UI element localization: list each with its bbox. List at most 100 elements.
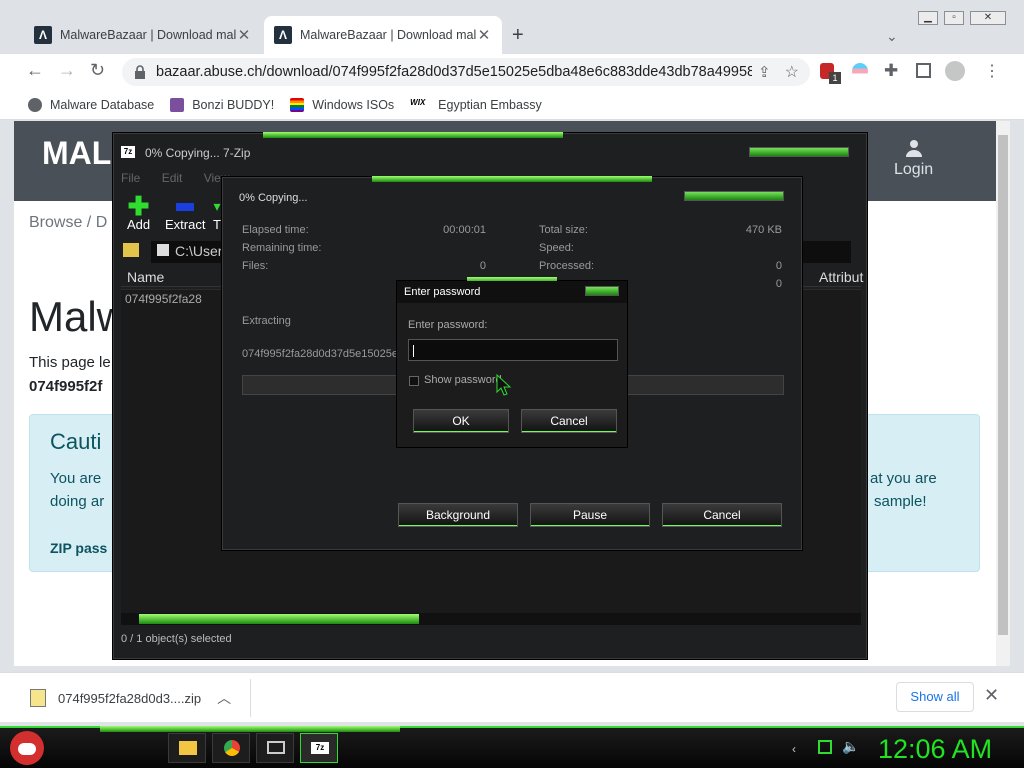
- extract-button[interactable]: Extract: [165, 195, 205, 232]
- bookmark-label: Malware Database: [50, 97, 155, 112]
- menu-edit[interactable]: Edit: [162, 171, 183, 185]
- taskbar-file-explorer[interactable]: [168, 733, 206, 763]
- network-icon[interactable]: [818, 740, 832, 754]
- extensions-puzzle-icon[interactable]: ✚: [884, 61, 898, 81]
- user-icon: [905, 140, 922, 157]
- tab-malwarebazaar-2[interactable]: Λ MalwareBazaar | Download malw ✕: [264, 16, 502, 54]
- window-controls[interactable]: [585, 286, 619, 296]
- window-controls[interactable]: [684, 191, 784, 201]
- tab-strip: Λ MalwareBazaar | Download malw ✕ Λ Malw…: [0, 0, 1024, 54]
- 7zip-icon: 7z: [311, 742, 329, 754]
- add-button[interactable]: ✚ Add: [127, 193, 150, 232]
- check-icon: ▾: [213, 198, 221, 214]
- folder-icon: [179, 741, 197, 755]
- close-icon[interactable]: ✕: [236, 26, 252, 44]
- password-prompt: Enter password:: [408, 319, 488, 331]
- globe-icon: [28, 97, 42, 112]
- bookmark-star-icon[interactable]: ☆: [785, 62, 799, 82]
- tab-title: MalwareBazaar | Download malw: [60, 28, 236, 42]
- show-password-label[interactable]: Show password: [424, 374, 502, 386]
- divider: [250, 679, 251, 717]
- wix-icon: WIX: [410, 97, 431, 112]
- column-attributes[interactable]: Attribut: [819, 269, 863, 285]
- zip-file-icon: [30, 689, 46, 707]
- folder-up-icon[interactable]: [123, 243, 139, 257]
- test-button[interactable]: ▾ T: [213, 195, 221, 232]
- scrollbar-thumb[interactable]: [139, 614, 419, 624]
- share-icon[interactable]: ⇪: [758, 63, 771, 81]
- reload-icon[interactable]: ↻: [90, 60, 105, 81]
- back-icon[interactable]: ←: [26, 60, 44, 81]
- password-dialog[interactable]: Enter password Enter password: Show pass…: [396, 277, 628, 448]
- bookmark-windows-isos[interactable]: Windows ISOs: [290, 97, 395, 112]
- caution-text-line1: You are: [50, 470, 102, 487]
- chevron-up-icon[interactable]: ︿: [217, 688, 231, 708]
- password-input[interactable]: [408, 339, 618, 361]
- page-scrollbar[interactable]: [996, 121, 1010, 666]
- address-bar[interactable]: bazaar.abuse.ch/download/074f995f2fa28d0…: [122, 58, 810, 86]
- maximize-button[interactable]: ▫: [944, 11, 964, 25]
- login-label: Login: [894, 161, 934, 178]
- status-bar: 0 / 1 object(s) selected: [121, 633, 232, 645]
- scrollbar-thumb[interactable]: [998, 135, 1008, 635]
- files-label: Files:: [242, 260, 269, 272]
- start-button-angry-bird-icon[interactable]: [10, 731, 44, 765]
- dialog-glow: [372, 176, 652, 182]
- trans-flag-icon[interactable]: [852, 63, 868, 79]
- tray-chevron-icon[interactable]: ‹: [792, 742, 796, 756]
- close-icon[interactable]: ✕: [984, 685, 999, 706]
- url-text: bazaar.abuse.ch/download/074f995f2fa28d0…: [156, 64, 752, 80]
- bookmark-malware-database[interactable]: Malware Database: [28, 97, 155, 112]
- taskbar-chrome[interactable]: [212, 733, 250, 763]
- tab-malwarebazaar-1[interactable]: Λ MalwareBazaar | Download malw ✕: [24, 16, 262, 54]
- horizontal-scrollbar[interactable]: [121, 613, 861, 625]
- total-size-value: 470 KB: [745, 224, 782, 236]
- cancel-button[interactable]: Cancel: [662, 503, 782, 527]
- bookmark-bonzi-buddy[interactable]: Bonzi BUDDY!: [170, 97, 274, 112]
- menu-file[interactable]: File: [121, 171, 140, 185]
- tab-search-icon[interactable]: ⌄: [886, 28, 898, 45]
- taskbar-clock[interactable]: 12:06 AM: [878, 734, 992, 765]
- breadcrumb[interactable]: Browse / D: [29, 214, 107, 232]
- taskbar: 7z ‹ 🔈 12:06 AM: [0, 726, 1024, 768]
- window-controls[interactable]: [749, 147, 849, 157]
- cancel-button[interactable]: Cancel: [521, 409, 617, 433]
- bookmark-label: Windows ISOs: [312, 97, 395, 112]
- profile-avatar-icon[interactable]: [945, 61, 965, 81]
- ok-button[interactable]: OK: [413, 409, 509, 433]
- bookmarks-bar: Malware Database Bonzi BUDDY! Windows IS…: [0, 90, 1024, 120]
- side-panel-icon[interactable]: [916, 63, 931, 78]
- close-window-button[interactable]: ✕: [970, 11, 1006, 25]
- malwarebazaar-logo-icon: Λ: [274, 26, 292, 44]
- minimize-button[interactable]: ▁: [918, 11, 938, 25]
- new-tab-button[interactable]: +: [512, 24, 524, 47]
- extension-badge: 1: [829, 72, 841, 84]
- caution-title: Cauti: [50, 429, 102, 454]
- lock-icon: [135, 65, 145, 79]
- caution-text-line1-right: at you are: [870, 470, 937, 487]
- files-value: 0: [479, 260, 486, 272]
- elapsed-value: 00:00:01: [443, 224, 486, 236]
- bird-face-icon: [18, 743, 36, 755]
- file-row[interactable]: 074f995f2fa28: [125, 292, 221, 308]
- column-name[interactable]: Name: [127, 269, 164, 285]
- pause-button[interactable]: Pause: [530, 503, 650, 527]
- download-item[interactable]: 074f995f2fa28d0d3....zip ︿: [30, 688, 231, 708]
- processed-value: 0: [775, 260, 782, 272]
- tab-title: MalwareBazaar | Download malw: [300, 28, 476, 42]
- show-password-checkbox[interactable]: [409, 376, 419, 386]
- bookmark-egyptian-embassy[interactable]: WIX Egyptian Embassy: [410, 97, 542, 112]
- volume-icon[interactable]: 🔈: [842, 738, 859, 755]
- site-brand[interactable]: MAL: [42, 135, 111, 172]
- close-icon[interactable]: ✕: [476, 26, 492, 44]
- show-all-button[interactable]: Show all: [896, 682, 974, 712]
- taskbar-computer[interactable]: [256, 733, 294, 763]
- text-cursor: [413, 344, 414, 357]
- login-link[interactable]: Login: [894, 139, 933, 179]
- taskbar-7zip[interactable]: 7z: [300, 733, 338, 763]
- test-label: T: [213, 217, 221, 232]
- forward-icon[interactable]: →: [58, 60, 76, 81]
- menu-icon[interactable]: ⋮: [984, 61, 1000, 81]
- caution-text-line2: doing ar: [50, 493, 105, 510]
- background-button[interactable]: Background: [398, 503, 518, 527]
